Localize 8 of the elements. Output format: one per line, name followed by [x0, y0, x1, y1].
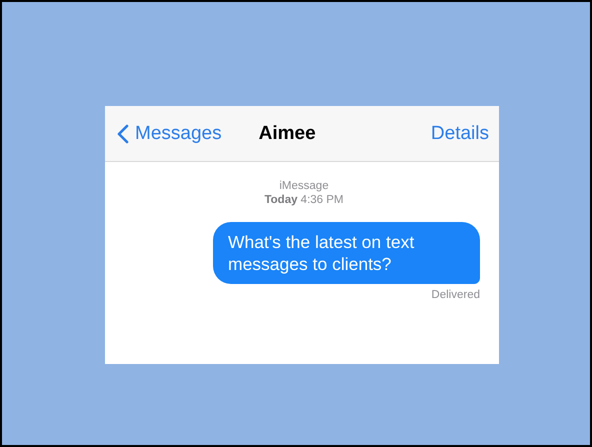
timestamp: Today 4:36 PM [264, 193, 344, 207]
message-bubble: What's the latest on text messages to clients? [213, 222, 480, 284]
back-button[interactable]: Messages [117, 122, 222, 144]
contact-name: Aimee [258, 122, 317, 144]
service-label: iMessage [278, 179, 330, 193]
details-button[interactable]: Details [430, 122, 489, 144]
delivery-status: Delivered [431, 289, 480, 301]
chevron-icon [117, 124, 129, 144]
